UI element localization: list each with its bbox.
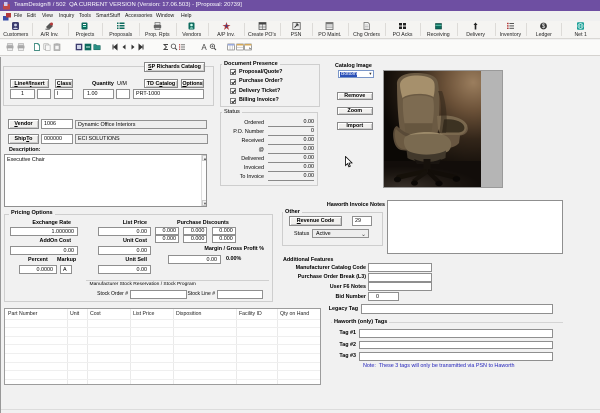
svg-text:A: A [201,43,207,51]
